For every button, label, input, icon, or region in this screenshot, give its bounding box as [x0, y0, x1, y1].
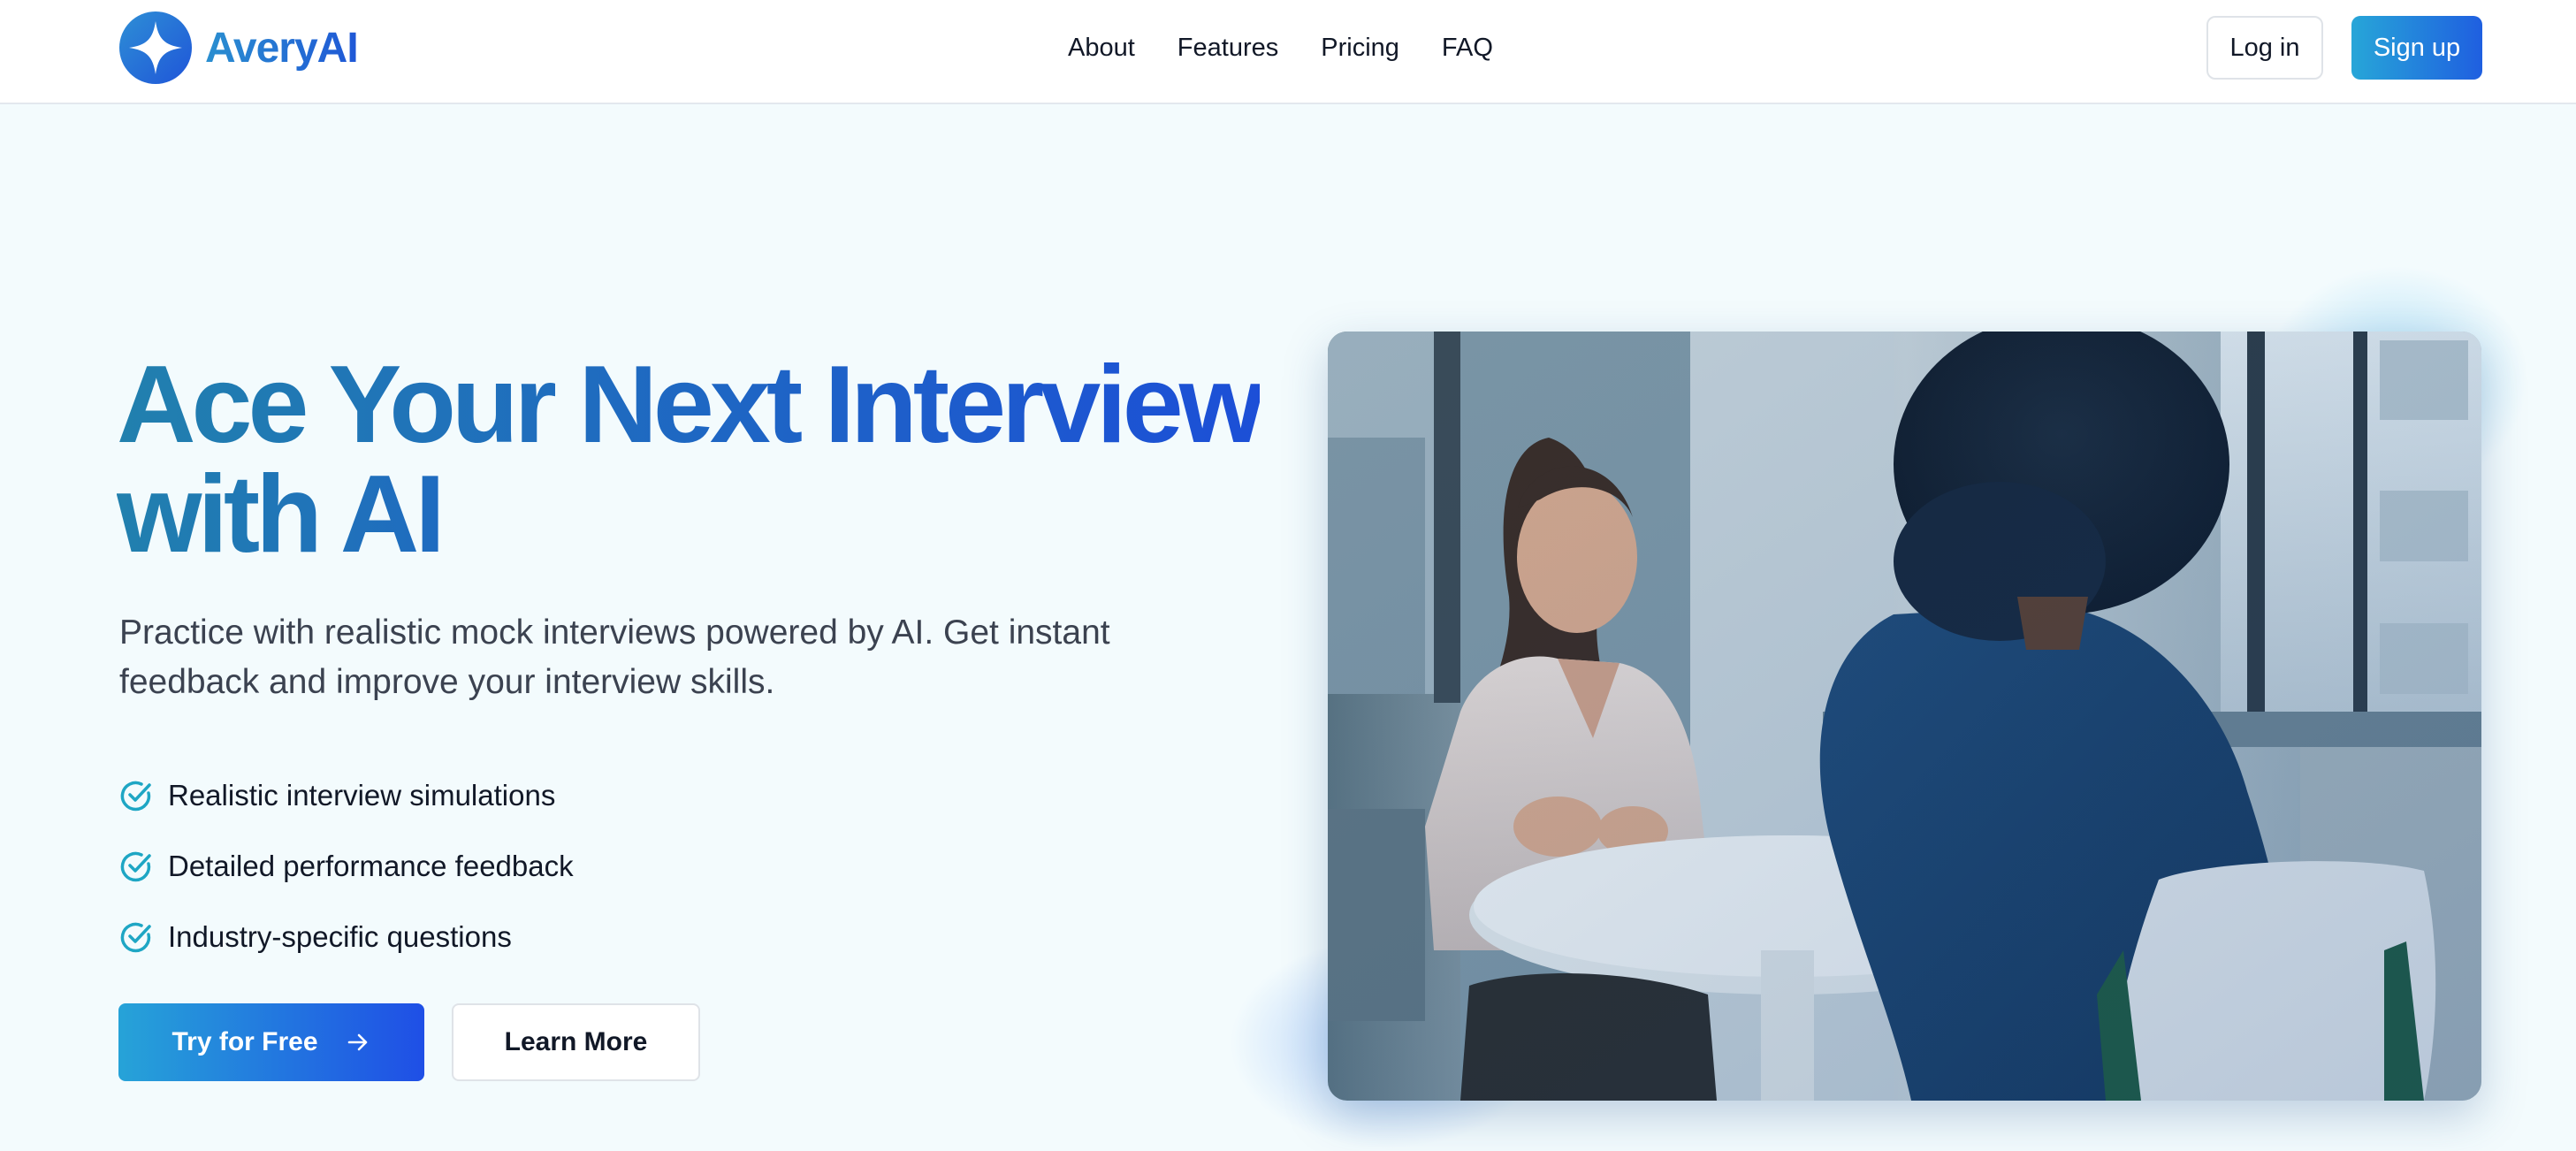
feature-list: Realistic interview simulations Detailed… — [118, 760, 574, 972]
check-circle-icon — [120, 922, 151, 953]
try-for-free-label: Try for Free — [171, 1027, 318, 1056]
hero-title-line1: Ace Your Next Interview — [117, 344, 1264, 466]
nav-link-about[interactable]: About — [1068, 34, 1135, 63]
login-button[interactable]: Log in — [2206, 16, 2323, 80]
feature-label: Realistic interview simulations — [168, 779, 556, 812]
feature-item: Detailed performance feedback — [118, 831, 574, 902]
logo[interactable]: AveryAI — [118, 11, 359, 85]
feature-item: Realistic interview simulations — [118, 760, 574, 831]
signup-button[interactable]: Sign up — [2351, 16, 2482, 80]
hero-title: Ace Your Next Interview with AI — [117, 350, 1301, 569]
brand-name: AveryAI — [205, 24, 359, 72]
feature-label: Industry-specific questions — [168, 920, 512, 953]
nav-link-pricing[interactable]: Pricing — [1321, 34, 1399, 63]
try-for-free-button[interactable]: Try for Free — [118, 1003, 424, 1081]
hero-title-line2: with AI — [117, 454, 446, 576]
feature-item: Industry-specific questions — [118, 902, 574, 972]
four-point-star-icon — [119, 11, 192, 84]
feature-label: Detailed performance feedback — [168, 850, 574, 882]
nav-link-faq[interactable]: FAQ — [1442, 34, 1493, 63]
site-header: AveryAI About Features Pricing FAQ Log i… — [0, 0, 2576, 104]
learn-more-button[interactable]: Learn More — [452, 1003, 700, 1081]
check-circle-icon — [120, 851, 151, 882]
hero-subtitle: Practice with realistic mock interviews … — [119, 614, 1110, 701]
nav-link-features[interactable]: Features — [1177, 34, 1278, 63]
arrow-right-icon — [347, 1033, 367, 1051]
two-people-interview-photo — [1328, 332, 2481, 1101]
check-circle-icon — [120, 781, 151, 812]
main-nav: About Features Pricing FAQ — [1068, 0, 1493, 95]
